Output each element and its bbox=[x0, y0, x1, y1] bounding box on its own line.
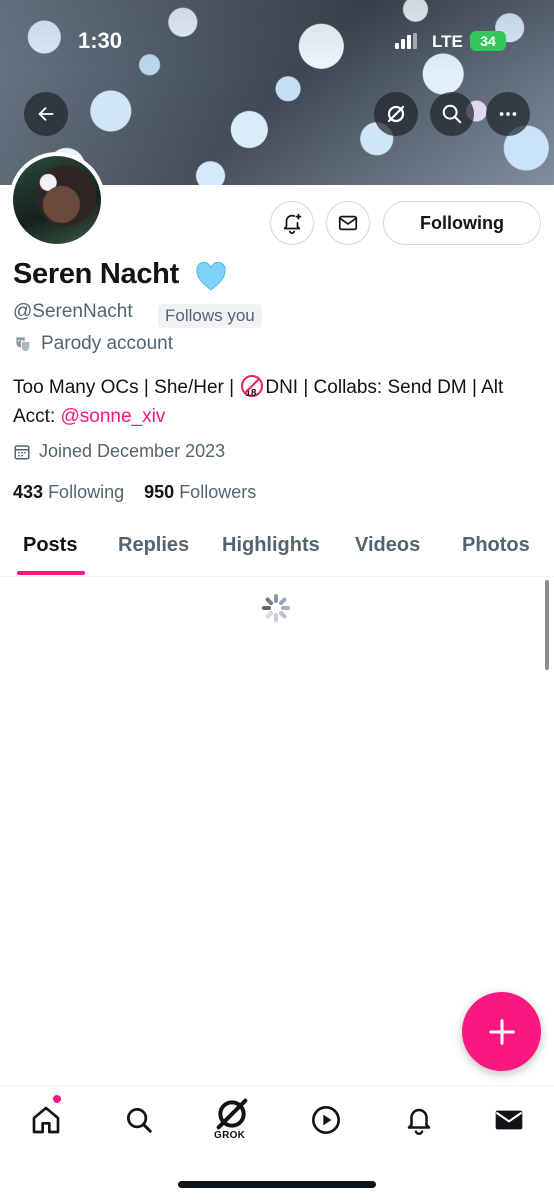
parody-text: Parody account bbox=[41, 333, 174, 354]
followers-label: Followers bbox=[179, 482, 257, 502]
bio: Too Many OCs | She/Her | 18 DNI | Collabs… bbox=[13, 373, 543, 431]
play-circle-icon bbox=[312, 1106, 340, 1134]
arrow-left-icon bbox=[38, 106, 54, 122]
followers-count: 950 bbox=[144, 482, 175, 502]
grok-analyze-button[interactable] bbox=[374, 92, 418, 136]
grok-icon bbox=[216, 1098, 248, 1130]
following-stat[interactable]: 433 Following bbox=[13, 482, 124, 502]
profile-tabs: Posts Replies Highlights Videos Photos bbox=[0, 516, 554, 577]
follow-stats: 433 Following 950 Followers bbox=[13, 482, 256, 503]
compose-post-button[interactable] bbox=[462, 992, 541, 1071]
grok-label: GROK bbox=[214, 1130, 246, 1141]
more-icon bbox=[499, 112, 517, 116]
following-button[interactable]: Following bbox=[383, 201, 541, 245]
search-icon bbox=[442, 104, 462, 124]
no-18-icon: 18 bbox=[241, 375, 264, 399]
nav-home[interactable] bbox=[26, 1100, 66, 1140]
bio-text-1: Too Many OCs | She/Her | bbox=[13, 377, 240, 398]
signal-icon bbox=[395, 33, 417, 49]
home-indicator[interactable] bbox=[178, 1181, 376, 1188]
battery-icon: 34 bbox=[470, 31, 506, 51]
follows-you-badge: Follows you bbox=[158, 304, 262, 328]
no-18-label: 18 bbox=[245, 388, 257, 399]
bell-icon bbox=[407, 1108, 431, 1135]
tab-replies[interactable]: Replies bbox=[118, 534, 189, 557]
avatar-image bbox=[13, 156, 101, 244]
nav-grok[interactable] bbox=[212, 1094, 252, 1134]
search-icon bbox=[127, 1108, 152, 1133]
bio-mention-link[interactable]: @sonne_xiv bbox=[61, 406, 166, 427]
home-notification-dot bbox=[53, 1095, 61, 1103]
blue-heart-icon bbox=[196, 262, 226, 291]
following-count: 433 bbox=[13, 482, 44, 502]
message-button[interactable] bbox=[326, 201, 370, 245]
nav-notifications[interactable] bbox=[399, 1100, 439, 1140]
tab-videos[interactable]: Videos bbox=[355, 534, 420, 557]
active-tab-indicator bbox=[17, 571, 85, 575]
handle: @SerenNacht bbox=[13, 301, 133, 322]
envelope-filled-icon bbox=[495, 1110, 523, 1130]
nav-search[interactable] bbox=[119, 1100, 159, 1140]
tab-photos[interactable]: Photos bbox=[462, 534, 530, 557]
grok-icon bbox=[387, 105, 405, 123]
calendar-icon bbox=[14, 444, 30, 459]
more-options-button[interactable] bbox=[486, 92, 530, 136]
joined-text: Joined December 2023 bbox=[39, 441, 226, 461]
network-type: LTE bbox=[432, 32, 463, 51]
status-bar: 1:30 LTE 34 bbox=[0, 28, 554, 58]
tab-highlights[interactable]: Highlights bbox=[222, 534, 320, 557]
display-name: Seren Nacht bbox=[13, 258, 179, 290]
scrollbar[interactable] bbox=[545, 580, 549, 670]
joined-date: Joined December 2023 bbox=[13, 441, 225, 462]
plus-icon bbox=[488, 1018, 515, 1045]
search-button[interactable] bbox=[430, 92, 474, 136]
theater-mask-icon bbox=[16, 337, 31, 352]
notifications-subscribe-button[interactable] bbox=[270, 201, 314, 245]
parody-label: Parody account bbox=[13, 333, 173, 355]
back-button[interactable] bbox=[24, 92, 68, 136]
home-icon bbox=[32, 1106, 60, 1134]
loading-spinner bbox=[262, 594, 290, 622]
status-time: 1:30 bbox=[78, 28, 123, 53]
tab-posts[interactable]: Posts bbox=[23, 534, 77, 557]
nav-video[interactable] bbox=[306, 1100, 346, 1140]
envelope-icon bbox=[338, 215, 358, 231]
following-label: Following bbox=[48, 482, 125, 502]
bell-plus-icon bbox=[283, 213, 302, 234]
followers-stat[interactable]: 950 Followers bbox=[144, 482, 256, 502]
avatar[interactable] bbox=[9, 152, 105, 248]
nav-messages[interactable] bbox=[489, 1100, 529, 1140]
